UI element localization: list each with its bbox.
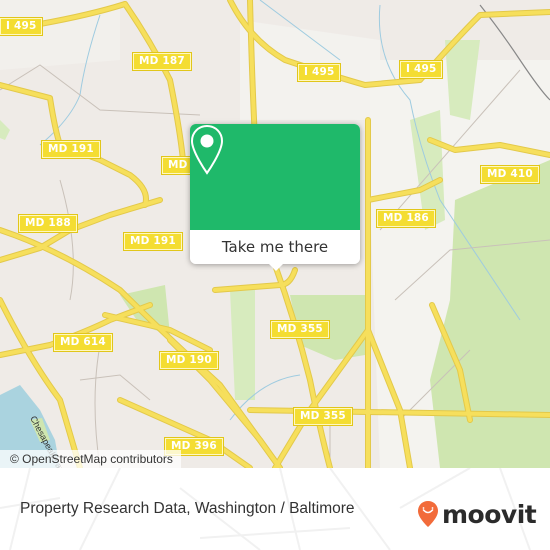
take-me-there-popup[interactable]: Take me there <box>190 124 360 271</box>
place-title: Property Research Data, Washington / Bal… <box>20 500 355 517</box>
road-label-md188: MD 188 <box>18 214 78 233</box>
popup-pointer <box>267 262 285 271</box>
take-me-there-button[interactable]: Take me there <box>190 230 360 264</box>
road-label-md191-south: MD 191 <box>123 232 183 251</box>
moovit-pin-icon <box>418 501 438 527</box>
moovit-wordmark: moovit <box>442 499 537 529</box>
popup-header[interactable] <box>190 124 360 230</box>
road-label-md614: MD 614 <box>53 333 113 352</box>
map-view[interactable]: Chesapeake and I 495 MD 187 I 495 I 495 … <box>0 0 550 468</box>
road-label-i495-center: I 495 <box>296 63 342 82</box>
road-label-md190: MD 190 <box>159 351 219 370</box>
road-label-md410: MD 410 <box>480 165 540 184</box>
moovit-logo[interactable]: moovit <box>417 499 537 529</box>
road-label-md355-north: MD 355 <box>270 320 330 339</box>
road-label-md187: MD 187 <box>132 52 192 71</box>
road-label-i495-east: I 495 <box>398 60 444 79</box>
road-label-md355-south: MD 355 <box>293 407 353 426</box>
map-attribution[interactable]: © OpenStreetMap contributors <box>0 450 181 468</box>
road-label-md191-north: MD 191 <box>41 140 101 159</box>
location-pin-icon <box>190 124 224 175</box>
road-label-md186: MD 186 <box>376 209 436 228</box>
road-label-i495-west: I 495 <box>0 17 44 36</box>
